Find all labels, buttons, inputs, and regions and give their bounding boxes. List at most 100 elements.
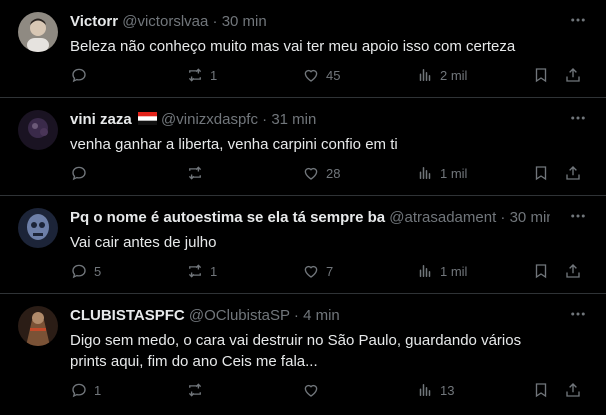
more-icon[interactable] (568, 10, 588, 30)
bookmark-icon (535, 383, 547, 398)
tweet-header: vini zaza @vinizxdaspfc · 31 min (70, 110, 550, 130)
user-handle[interactable]: @vinizxdaspfc (161, 111, 258, 128)
tweet-header: Pq o nome é autoestima se ela tá sempre … (70, 208, 550, 228)
more-icon[interactable] (568, 206, 588, 226)
like-button[interactable]: 45 (302, 64, 340, 86)
separator-dot: · (500, 209, 506, 226)
views-button[interactable]: 2 mil (416, 64, 467, 86)
tweet-text: Vai cair antes de julho (70, 234, 217, 251)
retweet-icon (188, 166, 202, 180)
user-name[interactable]: Pq o nome é autoestima se ela tá sempre … (70, 209, 385, 226)
reply-icon (72, 264, 86, 279)
views-button[interactable]: 13 (416, 379, 454, 401)
tweet-text: venha ganhar a liberta, venha carpini co… (70, 136, 398, 153)
bookmark-icon (535, 166, 547, 181)
tweet-header: Victorr @victorslvaa · 30 min (70, 12, 550, 32)
retweet-count: 1 (210, 67, 218, 83)
tweet[interactable]: CLUBISTASPFC @OClubistaSP · 4 min Digo s… (0, 294, 606, 415)
reply-button[interactable] (70, 64, 88, 86)
reply-button[interactable]: 1 (70, 379, 101, 401)
like-button[interactable] (302, 379, 320, 401)
tweet-header: CLUBISTASPFC @OClubistaSP · 4 min (70, 306, 550, 326)
user-name[interactable]: Victorr (70, 13, 118, 30)
like-button[interactable]: 28 (302, 162, 340, 184)
separator-dot: · (212, 13, 218, 30)
avatar[interactable] (18, 306, 58, 346)
bookmark-button[interactable] (532, 64, 550, 86)
share-icon (566, 383, 580, 397)
retweet-button[interactable]: 1 (186, 260, 217, 282)
share-icon (566, 264, 580, 278)
reply-icon (72, 383, 86, 398)
more-icon[interactable] (568, 304, 588, 324)
views-count: 2 mil (440, 67, 468, 83)
bookmark-button[interactable] (532, 379, 550, 401)
bookmark-button[interactable] (532, 162, 550, 184)
tweet[interactable]: Victorr @victorslvaa · 30 min Beleza não… (0, 0, 606, 98)
retweet-icon (188, 68, 202, 82)
tweet-actions: 28 1 mil (62, 162, 588, 184)
reply-icon (72, 68, 86, 83)
more-icon[interactable] (568, 108, 588, 128)
user-name[interactable]: vini zaza (70, 111, 132, 128)
avatar[interactable] (18, 12, 58, 52)
like-icon (304, 384, 318, 397)
like-icon (304, 265, 318, 278)
reply-feed: Victorr @victorslvaa · 30 min Beleza não… (0, 0, 606, 415)
views-icon (419, 384, 431, 396)
views-count: 1 mil (440, 165, 468, 181)
share-button[interactable] (564, 64, 582, 86)
share-button[interactable] (564, 260, 582, 282)
reply-button[interactable]: 5 (70, 260, 101, 282)
like-count: 45 (326, 67, 341, 83)
timestamp[interactable]: 30 min (510, 209, 550, 226)
separator-dot: · (293, 307, 299, 324)
views-icon (419, 265, 431, 277)
user-handle[interactable]: @victorslvaa (122, 13, 208, 30)
like-icon (304, 167, 318, 180)
avatar[interactable] (18, 110, 58, 150)
share-button[interactable] (564, 162, 582, 184)
avatar[interactable] (18, 208, 58, 248)
user-handle[interactable]: @OClubistaSP (189, 307, 290, 324)
reply-button[interactable] (70, 162, 88, 184)
user-name[interactable]: CLUBISTASPFC (70, 307, 185, 324)
retweet-button[interactable]: 1 (186, 64, 217, 86)
reply-count: 5 (94, 263, 102, 279)
views-count: 1 mil (440, 263, 468, 279)
timestamp[interactable]: 31 min (271, 111, 316, 128)
tweet-actions: 1 45 2 mil (62, 64, 588, 86)
separator-dot: · (262, 111, 268, 128)
like-button[interactable]: 7 (302, 260, 333, 282)
user-handle[interactable]: @atrasadament (389, 209, 496, 226)
tweet[interactable]: vini zaza @vinizxdaspfc · 31 min venha g… (0, 98, 606, 196)
retweet-icon (188, 264, 202, 278)
timestamp[interactable]: 30 min (222, 13, 267, 30)
retweet-button[interactable] (186, 162, 204, 184)
like-count: 28 (326, 165, 341, 181)
tweet[interactable]: Pq o nome é autoestima se ela tá sempre … (0, 196, 606, 294)
share-icon (566, 68, 580, 82)
flag-icon (137, 112, 157, 125)
share-button[interactable] (564, 379, 582, 401)
views-button[interactable]: 1 mil (416, 162, 467, 184)
views-count: 13 (440, 382, 455, 398)
bookmark-icon (535, 68, 547, 83)
retweet-count: 1 (210, 263, 218, 279)
bookmark-icon (535, 264, 547, 279)
reply-icon (72, 166, 86, 181)
tweet-text: Digo sem medo, o cara vai destruir no Sã… (70, 332, 522, 370)
tweet-text: Beleza não conheço muito mas vai ter meu… (70, 38, 516, 55)
share-icon (566, 166, 580, 180)
reply-count: 1 (94, 382, 102, 398)
retweet-button[interactable] (186, 379, 204, 401)
like-count: 7 (326, 263, 334, 279)
tweet-actions: 5 1 7 1 mil (62, 260, 588, 282)
views-icon (419, 167, 431, 179)
bookmark-button[interactable] (532, 260, 550, 282)
views-button[interactable]: 1 mil (416, 260, 467, 282)
like-icon (304, 69, 318, 82)
timestamp[interactable]: 4 min (303, 307, 340, 324)
tweet-actions: 1 13 (62, 379, 588, 401)
retweet-icon (188, 383, 202, 397)
